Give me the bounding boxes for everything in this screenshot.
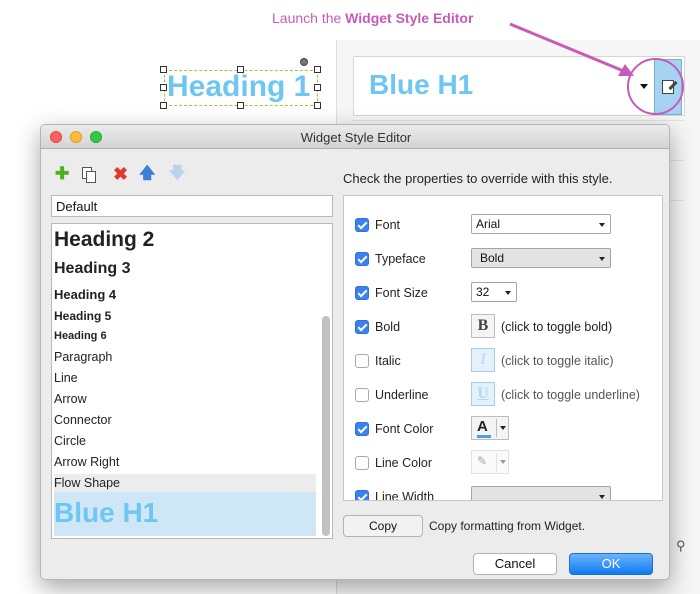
property-row-underline: Underline U (click to toggle underline) [344,382,644,416]
resize-handle[interactable] [314,102,321,109]
duplicate-icon[interactable] [82,167,96,183]
resize-handle[interactable] [160,102,167,109]
callout-circle [627,58,684,115]
list-item[interactable]: Line [54,371,316,385]
font-checkbox[interactable] [355,218,369,232]
widget-style-editor-dialog: Widget Style Editor ✚ ✖ 🡅 🡇 Heading 2 He… [40,124,670,580]
list-item[interactable]: Heading 4 [54,287,316,302]
bold-toggle-button[interactable]: B [471,314,495,338]
underline-toggle-desc: (click to toggle underline) [501,388,640,402]
annotation-emphasis: Widget Style Editor [345,10,474,26]
copy-description: Copy formatting from Widget. [429,519,586,533]
font-color-picker[interactable]: A [471,416,509,440]
chevron-down-icon [500,460,506,464]
add-icon[interactable]: ✚ [55,165,69,183]
annotation-callout: Launch the Widget Style Editor [272,10,473,26]
property-label: Line Width [375,490,435,501]
line-width-checkbox[interactable] [355,490,369,500]
list-item[interactable]: Heading 6 [54,330,316,342]
instructions-text: Check the properties to override with th… [343,171,613,186]
properties-panel: Font Arial Typeface Bold Font Size 32 Bo… [343,195,663,501]
property-label: Font Size [375,286,428,300]
resize-handle[interactable] [314,84,321,91]
italic-toggle-desc: (click to toggle italic) [501,354,614,368]
annotation-prefix: Launch the [272,10,346,26]
property-label: Underline [375,388,429,402]
move-down-icon[interactable]: 🡇 [169,165,185,183]
property-label: Font [375,218,401,232]
search-icon[interactable]: ⚲ [676,538,686,554]
list-item[interactable]: Heading 2 [54,228,316,252]
bold-checkbox[interactable] [355,320,369,334]
list-item[interactable]: Arrow Right [54,455,316,469]
property-label: Font Color [375,422,434,436]
line-color-picker[interactable]: ✎ [471,450,509,474]
font-size-select[interactable]: 32 [471,282,517,302]
ok-button[interactable]: OK [569,553,653,575]
heading-widget-text: Heading 1 [167,70,311,103]
property-label: Typeface [375,252,426,266]
copy-button[interactable]: Copy [343,515,423,537]
delete-icon[interactable]: ✖ [113,165,128,183]
property-row-italic: Italic I (click to toggle italic) [344,348,644,382]
resize-handle[interactable] [237,66,244,73]
bold-toggle-desc: (click to toggle bold) [501,320,613,334]
font-color-icon: A [477,418,488,435]
property-row-font-color: Font Color A [344,416,644,450]
property-label: Italic [375,354,401,368]
list-scrollbar-thumb[interactable] [322,316,330,536]
resize-handle[interactable] [314,66,321,73]
rotate-handle[interactable] [300,58,308,66]
list-item[interactable]: Paragraph [54,350,316,364]
underline-checkbox[interactable] [355,388,369,402]
font-color-swatch [477,435,491,438]
property-row-font-size: Font Size 32 [344,282,644,314]
line-width-select[interactable] [471,486,611,500]
resize-handle[interactable] [237,102,244,109]
line-color-checkbox[interactable] [355,456,369,470]
style-name-input[interactable] [51,195,333,217]
property-row-line-width: Line Width [344,486,644,501]
dialog-title: Widget Style Editor [300,130,412,145]
list-item[interactable]: Connector [54,413,316,427]
italic-checkbox[interactable] [355,354,369,368]
property-row-bold: Bold B (click to toggle bold) [344,314,644,348]
pencil-icon: ✎ [477,454,488,468]
resize-handle[interactable] [160,84,167,91]
move-up-icon[interactable]: 🡅 [139,165,155,183]
cancel-button[interactable]: Cancel [473,553,557,575]
chevron-down-icon [500,426,506,430]
style-list: Heading 2 Heading 3 Heading 4 Heading 5 … [51,223,333,539]
list-item[interactable]: Heading 3 [54,260,316,278]
typeface-checkbox[interactable] [355,252,369,266]
list-item-selected[interactable]: Blue H1 [54,492,316,536]
property-row-font: Font Arial [344,214,644,246]
list-item[interactable]: Heading 5 [54,309,316,323]
underline-toggle-button[interactable]: U [471,382,495,406]
dialog-titlebar[interactable]: Widget Style Editor [41,125,669,149]
property-label: Line Color [375,456,432,470]
property-row-line-color: Line Color ✎ [344,450,644,484]
list-item[interactable]: Flow Shape [54,474,316,492]
current-style-label: Blue H1 [369,69,474,100]
screen: Launch the Widget Style Editor Blue H1 ⚲… [0,0,700,594]
list-item[interactable]: Circle [54,434,316,448]
property-row-typeface: Typeface Bold [344,248,644,280]
list-item[interactable]: Arrow [54,392,316,406]
resize-handle[interactable] [160,66,167,73]
font-color-checkbox[interactable] [355,422,369,436]
typeface-select[interactable]: Bold [471,248,611,268]
heading-widget[interactable]: Heading 1 [164,70,318,106]
property-label: Bold [375,320,401,334]
italic-toggle-button[interactable]: I [471,348,495,372]
font-select[interactable]: Arial [471,214,611,234]
font-size-checkbox[interactable] [355,286,369,300]
